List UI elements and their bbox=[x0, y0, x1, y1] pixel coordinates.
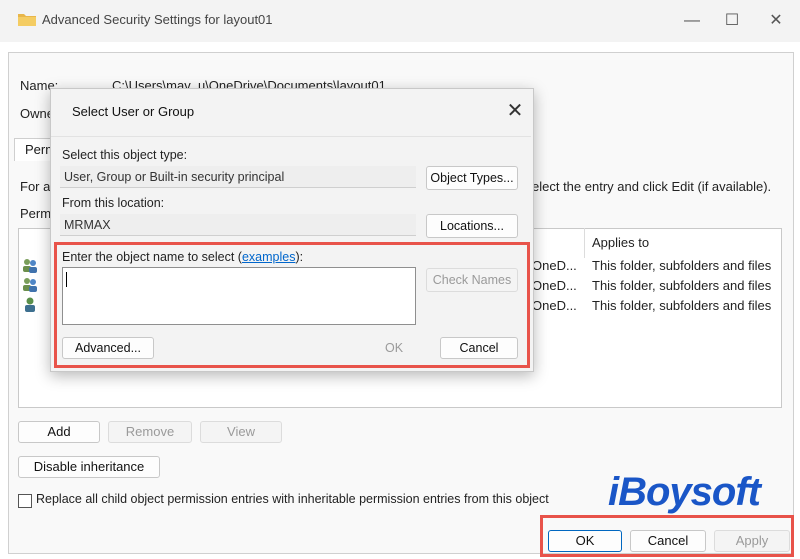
location-field: MRMAX bbox=[60, 214, 416, 236]
row-path: OneD... bbox=[532, 278, 577, 293]
dialog-separator bbox=[51, 136, 531, 137]
row-applies: This folder, subfolders and files bbox=[592, 278, 772, 293]
row-path: OneD... bbox=[532, 258, 577, 273]
user-icon bbox=[25, 297, 35, 312]
disable-inheritance-button[interactable]: Disable inheritance bbox=[18, 456, 160, 478]
replace-permissions-checkbox[interactable] bbox=[18, 494, 32, 508]
minimize-button[interactable]: — bbox=[672, 6, 712, 36]
apply-button[interactable]: Apply bbox=[714, 530, 790, 552]
dialog-ok-button[interactable]: OK bbox=[356, 337, 432, 359]
folder-icon bbox=[18, 14, 36, 26]
maximize-button[interactable]: ☐ bbox=[712, 6, 752, 36]
row-applies: This folder, subfolders and files bbox=[592, 258, 772, 273]
window-title: Advanced Security Settings for layout01 bbox=[42, 12, 273, 27]
cancel-button[interactable]: Cancel bbox=[630, 530, 706, 552]
object-types-button[interactable]: Object Types... bbox=[426, 166, 518, 190]
location-label: From this location: bbox=[62, 196, 165, 210]
row-applies: This folder, subfolders and files bbox=[592, 298, 772, 313]
owner-label: Owne bbox=[20, 106, 54, 121]
object-name-label: Enter the object name to select (example… bbox=[62, 250, 303, 264]
object-type-field: User, Group or Built-in security princip… bbox=[60, 166, 416, 188]
instructions-text: For a bbox=[20, 179, 51, 194]
iboysoft-watermark: iBoysoft bbox=[608, 470, 761, 514]
dialog-cancel-button[interactable]: Cancel bbox=[440, 337, 518, 359]
instructions-tail: elect the entry and click Edit (if avail… bbox=[532, 179, 772, 194]
replace-permissions-label: Replace all child object permission entr… bbox=[36, 492, 549, 506]
text-caret bbox=[66, 272, 67, 287]
user-group-icon bbox=[23, 259, 37, 273]
check-names-button[interactable]: Check Names bbox=[426, 268, 518, 292]
close-window-button[interactable]: ✕ bbox=[756, 6, 796, 36]
view-button[interactable]: View bbox=[200, 421, 282, 443]
object-name-label-prefix: Enter the object name to select ( bbox=[62, 250, 242, 264]
dialog-title: Select User or Group bbox=[72, 104, 195, 119]
add-button[interactable]: Add bbox=[18, 421, 100, 443]
user-group-icon bbox=[23, 278, 37, 292]
column-divider bbox=[584, 228, 585, 258]
object-name-label-suffix: ): bbox=[295, 250, 304, 264]
ok-button[interactable]: OK bbox=[548, 530, 622, 552]
examples-link[interactable]: examples bbox=[242, 250, 296, 264]
object-name-input[interactable] bbox=[62, 267, 416, 325]
row-path: OneD... bbox=[532, 298, 577, 313]
applies-to-header[interactable]: Applies to bbox=[592, 235, 649, 250]
locations-button[interactable]: Locations... bbox=[426, 214, 518, 238]
permission-entries-label: Perm bbox=[20, 206, 52, 221]
close-icon[interactable]: ✕ bbox=[502, 100, 528, 124]
remove-button[interactable]: Remove bbox=[108, 421, 192, 443]
advanced-button[interactable]: Advanced... bbox=[62, 337, 154, 359]
object-type-label: Select this object type: bbox=[62, 148, 188, 162]
